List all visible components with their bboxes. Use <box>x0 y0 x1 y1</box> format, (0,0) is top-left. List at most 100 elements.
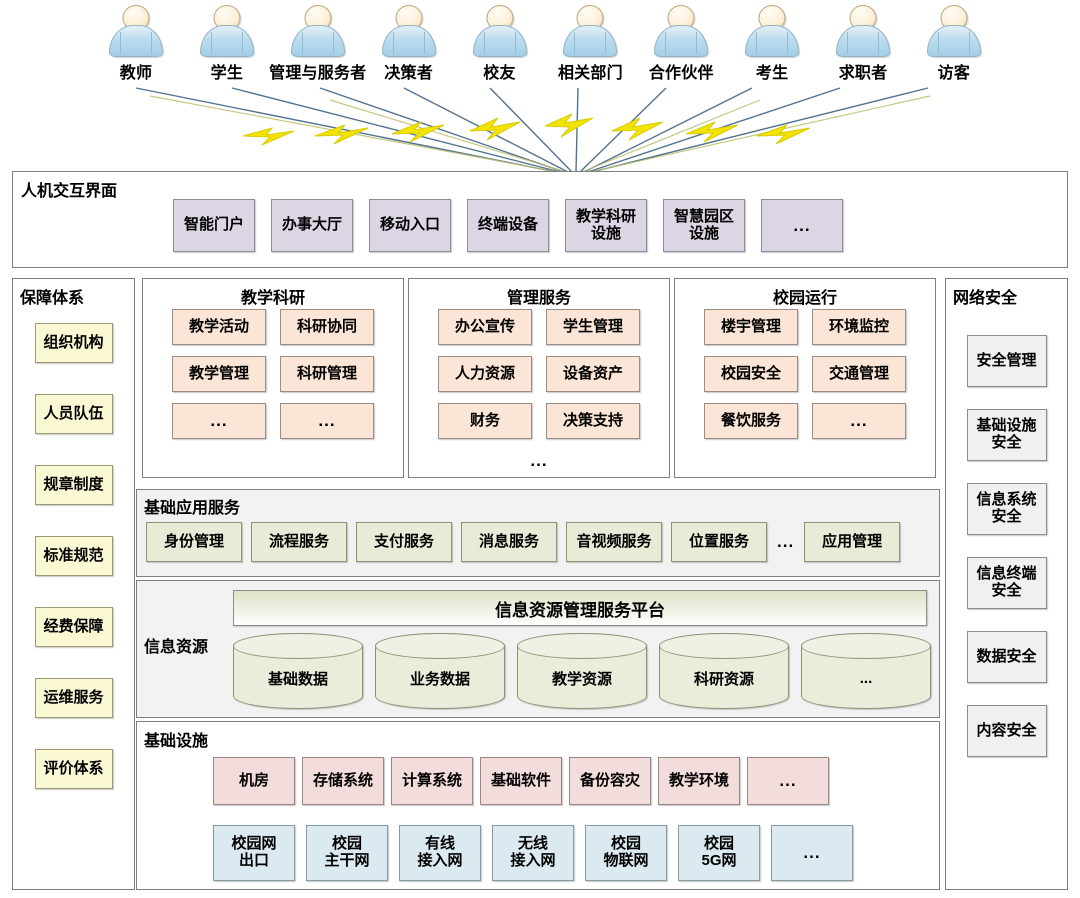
business-group-items: 办公宣传 学生管理 人力资源 设备资产 财务 决策支持 <box>409 309 669 439</box>
interaction-layer-title: 人机交互界面 <box>21 183 118 200</box>
infra-network-item[interactable]: 有线 接入网 <box>399 825 481 881</box>
infrastructure-hardware-row: 机房 存储系统 计算系统 基础软件 备份容灾 教学环境... <box>213 757 829 805</box>
business-item[interactable]: 人力资源 <box>438 356 532 392</box>
infra-hardware-item[interactable]: 计算系统 <box>391 757 473 805</box>
business-item[interactable]: 楼宇管理 <box>704 309 798 345</box>
architecture-diagram: 教师学生管理与服务者决策者校友相关部门合作伙伴考生求职者访客 <box>0 0 1080 898</box>
interaction-item[interactable]: 终端设备 <box>467 199 549 252</box>
infra-hardware-item[interactable]: 机房 <box>213 757 295 805</box>
interaction-item[interactable]: 教学科研 设施 <box>565 199 647 252</box>
app-service-layer: 基础应用服务 身份管理 流程服务 支付服务 消息服务 音视频服务 位置服务... 应用管理 <box>136 489 940 577</box>
info-resource-layer: 信息资源 信息资源管理服务平台 基础数据 业务数据 教学资源 科研资源... <box>136 580 940 718</box>
guarantee-item[interactable]: 评价体系 <box>34 749 113 789</box>
business-group-campus: 校园运行楼宇管理 环境监控 校园安全 交通管理 餐饮服务... <box>674 278 936 478</box>
business-item[interactable]: 科研管理 <box>280 356 374 392</box>
security-item[interactable]: 信息系统 安全 <box>966 483 1047 535</box>
security-column-title: 网络安全 <box>953 290 1018 307</box>
business-group-teaching: 教学科研 教学活动 科研协同 教学管理 科研管理...... <box>142 278 404 478</box>
business-item[interactable]: ... <box>812 403 906 439</box>
data-store-cylinder[interactable]: 科研资源 <box>659 633 789 709</box>
infra-network-item[interactable]: 校园网 出口 <box>213 825 295 881</box>
business-item[interactable]: 校园安全 <box>704 356 798 392</box>
connector-lines <box>135 87 931 173</box>
business-item[interactable]: 学生管理 <box>546 309 640 345</box>
data-store-cylinder[interactable]: 教学资源 <box>517 633 647 709</box>
business-item[interactable]: 餐饮服务 <box>704 403 798 439</box>
interaction-item[interactable]: 智慧园区 设施 <box>663 199 745 252</box>
infrastructure-layer: 基础设施 机房 存储系统 计算系统 基础软件 备份容灾 教学环境... 校园网 出口 校园 主干… <box>136 721 940 890</box>
info-resource-stores: 基础数据 业务数据 教学资源 科研资源... <box>233 633 931 709</box>
security-items: 安全管理基础设施 安全 信息系统 安全 信息终端 安全 数据安全内容安全 <box>966 335 1047 757</box>
business-group-admin: 管理服务办公宣传 学生管理 人力资源 设备资产 财务 决策支持... <box>408 278 670 478</box>
infra-network-item[interactable]: 校园 主干网 <box>306 825 388 881</box>
business-group-more-dots: ... <box>530 451 548 470</box>
business-item[interactable]: 财务 <box>438 403 532 439</box>
app-management-item[interactable]: 应用管理 <box>804 522 901 562</box>
business-group-items: 楼宇管理 环境监控 校园安全 交通管理 餐饮服务... <box>675 309 935 439</box>
guarantee-item[interactable]: 运维服务 <box>34 678 113 718</box>
guarantee-item[interactable]: 组织机构 <box>34 323 113 363</box>
interaction-item[interactable]: 办事大厅 <box>271 199 353 252</box>
guarantee-item[interactable]: 标准规范 <box>34 536 113 576</box>
app-service-item[interactable]: 音视频服务 <box>566 522 662 562</box>
guarantee-item[interactable]: 人员队伍 <box>34 394 113 434</box>
guarantee-items: 组织机构人员队伍规章制度标准规范经费保障运维服务评价体系 <box>34 323 113 789</box>
app-service-dots: ... <box>777 532 795 551</box>
app-service-item[interactable]: 流程服务 <box>251 522 347 562</box>
data-store-cylinder[interactable]: ... <box>801 633 931 709</box>
security-item[interactable]: 数据安全 <box>966 631 1047 683</box>
infra-network-item[interactable]: 校园 物联网 <box>585 825 667 881</box>
security-item[interactable]: 基础设施 安全 <box>966 409 1047 461</box>
infra-network-item[interactable]: 无线 接入网 <box>492 825 574 881</box>
security-item[interactable]: 安全管理 <box>966 335 1047 387</box>
app-service-item[interactable]: 消息服务 <box>461 522 557 562</box>
business-item[interactable]: 环境监控 <box>812 309 906 345</box>
interaction-item[interactable]: 智能门户 <box>173 199 255 252</box>
interaction-items: 智能门户 办事大厅 移动入口 终端设备 教学科研 设施 智慧园区 设施... <box>173 199 843 252</box>
business-item[interactable]: 交通管理 <box>812 356 906 392</box>
business-group-title: 管理服务 <box>506 290 571 307</box>
business-item[interactable]: 科研协同 <box>280 309 374 345</box>
infrastructure-network-row: 校园网 出口 校园 主干网 有线 接入网 无线 接入网 校园 物联网 校园 5G网... <box>213 825 853 881</box>
interaction-item[interactable]: 移动入口 <box>369 199 451 252</box>
data-store-cylinder[interactable]: 业务数据 <box>375 633 505 709</box>
infra-hardware-item[interactable]: 存储系统 <box>302 757 384 805</box>
infrastructure-layer-title: 基础设施 <box>144 733 209 750</box>
infra-hardware-item[interactable]: 备份容灾 <box>569 757 651 805</box>
app-service-item[interactable]: 身份管理 <box>146 522 242 562</box>
guarantee-column: 保障体系 组织机构人员队伍规章制度标准规范经费保障运维服务评价体系 <box>12 278 135 890</box>
security-item[interactable]: 内容安全 <box>966 705 1047 757</box>
app-service-items: 身份管理 流程服务 支付服务 消息服务 音视频服务 位置服务... 应用管理 <box>146 522 930 562</box>
business-item[interactable]: ... <box>280 403 374 439</box>
security-item[interactable]: 信息终端 安全 <box>966 557 1047 609</box>
guarantee-column-title: 保障体系 <box>20 290 85 307</box>
info-resource-platform: 信息资源管理服务平台 <box>233 590 927 626</box>
guarantee-item[interactable]: 经费保障 <box>34 607 113 647</box>
business-item[interactable]: ... <box>172 403 266 439</box>
business-item[interactable]: 决策支持 <box>546 403 640 439</box>
data-store-label: 科研资源 <box>693 670 754 688</box>
data-store-cylinder[interactable]: 基础数据 <box>233 633 363 709</box>
business-item[interactable]: 教学活动 <box>172 309 266 345</box>
data-store-label: 教学资源 <box>551 670 612 688</box>
interaction-layer: 人机交互界面 智能门户 办事大厅 移动入口 终端设备 教学科研 设施 智慧园区 设施... <box>12 171 1068 268</box>
guarantee-item[interactable]: 规章制度 <box>34 465 113 505</box>
business-group-title: 校园运行 <box>772 290 837 307</box>
app-service-item[interactable]: 位置服务 <box>671 522 767 562</box>
infra-hardware-item[interactable]: 基础软件 <box>480 757 562 805</box>
infra-hardware-item[interactable]: ... <box>747 757 829 805</box>
business-item[interactable]: 办公宣传 <box>438 309 532 345</box>
infra-hardware-item[interactable]: 教学环境 <box>658 757 740 805</box>
app-service-item[interactable]: 支付服务 <box>356 522 452 562</box>
data-store-label: ... <box>859 669 873 687</box>
business-group-items: 教学活动 科研协同 教学管理 科研管理...... <box>143 309 403 439</box>
security-column: 网络安全 安全管理基础设施 安全 信息系统 安全 信息终端 安全 数据安全内容安全 <box>945 278 1068 890</box>
infra-network-item[interactable]: 校园 5G网 <box>678 825 760 881</box>
infra-network-item[interactable]: ... <box>771 825 853 881</box>
info-resource-layer-title: 信息资源 <box>144 639 209 656</box>
business-item[interactable]: 设备资产 <box>546 356 640 392</box>
data-store-label: 业务数据 <box>409 670 470 688</box>
app-service-layer-title: 基础应用服务 <box>144 500 241 517</box>
interaction-item[interactable]: ... <box>761 199 843 252</box>
business-item[interactable]: 教学管理 <box>172 356 266 392</box>
